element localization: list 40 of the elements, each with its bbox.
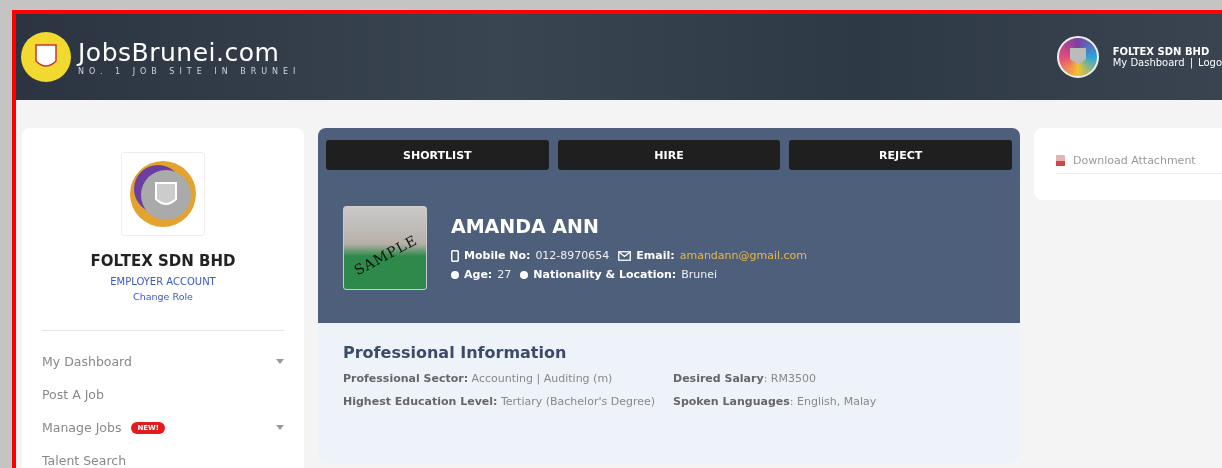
sidebar-item-label: Manage Jobs [42,420,122,435]
mobile-label: Mobile No: [464,249,531,262]
candidate-name: AMANDA ANN [451,215,600,237]
envelope-icon [618,250,632,261]
sidebar-item-label: Post A Job [42,387,104,402]
action-button[interactable]: REJECT [789,140,1012,170]
info-field: Desired Salary: RM3500 [673,372,995,385]
site-tagline: NO. 1 JOB SITE IN BRUNEI [78,67,301,76]
sidebar-item[interactable]: Post A Job [42,378,284,411]
nationality-label: Nationality & Location: [533,268,677,281]
logo-icon [20,31,72,83]
age-label: Age: [464,268,493,281]
bullet-icon [520,270,529,279]
company-name: FOLTEX SDN BHD [90,252,236,270]
change-role-link[interactable]: Change Role [133,291,193,302]
bullet-icon [451,270,459,279]
info-field: Spoken Languages: English, Malay [673,395,995,408]
site-logo-text[interactable]: JobsBrunei.com [78,38,301,67]
header-link[interactable]: Logo [1198,57,1222,68]
action-button[interactable]: HIRE [557,140,781,170]
email-link[interactable]: amandann@gmail.com [679,249,808,262]
sidebar-item[interactable]: My Dashboard [42,345,284,378]
email-label: Email: [636,249,675,262]
document-icon [1056,155,1065,166]
phone-icon [451,249,459,262]
section-title: Professional Information [343,343,568,362]
company-name: FOLTEX SDN BHD [1112,46,1211,57]
info-field: Highest Education Level: Tertiary (Bachelor's Degree) [343,395,673,408]
action-button[interactable]: SHORTLIST [326,140,549,170]
age-value: 27 [497,268,512,281]
header-link[interactable]: My Dashboard [1112,57,1185,68]
sidebar-item-label: Talent Search [42,453,127,468]
account-type: EMPLOYER ACCOUNT [110,276,216,287]
sidebar-item-label: My Dashboard [42,354,132,369]
sidebar-item[interactable]: Talent Search [42,444,284,468]
link-separator: | [1189,57,1193,68]
nationality-value: Brunei [681,268,718,281]
info-field: Professional Sector: Accounting | Auditing (m) [343,372,673,385]
mobile-value: 012-8970654 [535,249,610,262]
company-avatar[interactable] [1056,36,1099,78]
